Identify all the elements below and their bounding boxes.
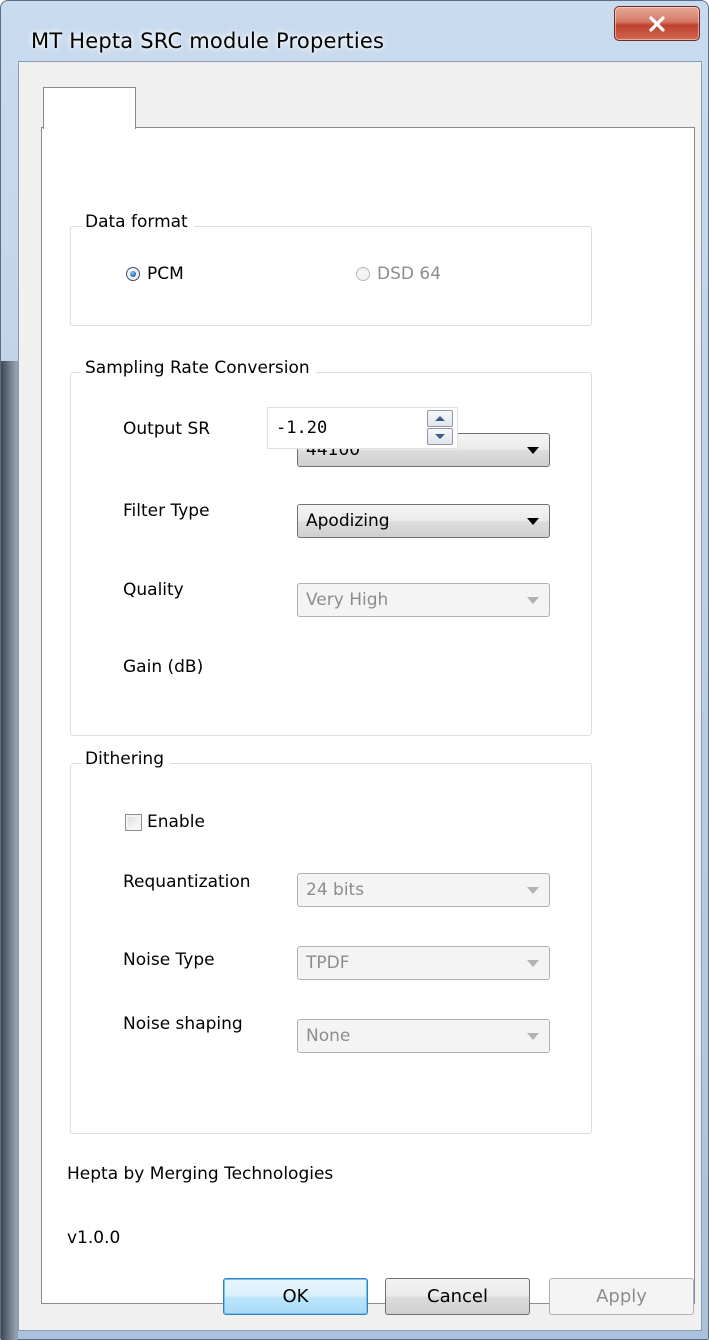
noise-shaping-label: Noise shaping [123,1014,243,1034]
quality-value: Very High [306,590,389,610]
pcm-radio-circle [126,267,140,281]
src-group-title: Sampling Rate Conversion [81,358,316,378]
enable-checkbox-box [125,813,142,831]
spin-down-icon [435,434,445,439]
output-sr-label: Output SR [123,419,211,439]
ok-button-label: OK [282,1286,309,1307]
noise-type-dropdown[interactable]: TPDF [297,946,550,980]
data-format-group-title: Data format [81,212,194,232]
filter-type-label: Filter Type [123,501,210,521]
version-text: v1.0.0 [67,1228,121,1248]
apply-button[interactable]: Apply [549,1278,694,1315]
apply-button-label: Apply [596,1286,647,1307]
chevron-down-icon [527,886,539,894]
dithering-group: Dithering Enable Requantization 24 bits … [70,749,592,1134]
noise-type-label: Noise Type [123,950,215,970]
requantization-value: 24 bits [306,880,365,900]
dithering-group-title: Dithering [81,749,170,769]
noise-shaping-dropdown[interactable]: None [297,1019,550,1053]
gain-spin-down-button[interactable] [427,428,453,445]
pcm-radio[interactable]: PCM [126,264,184,284]
chevron-down-icon [527,596,539,604]
dithering-enable-checkbox[interactable]: Enable [125,812,205,832]
filter-type-dropdown[interactable]: Apodizing [297,504,550,538]
window-frame-edge [1,361,18,1340]
tab-properties[interactable] [43,87,136,129]
gain-spin-up-button[interactable] [427,410,453,427]
chevron-down-icon [527,959,539,967]
data-format-group: Data format PCM DSD 64 [70,212,592,326]
close-button[interactable] [614,6,700,41]
dsd64-radio-label: DSD 64 [377,264,442,284]
noise-type-value: TPDF [306,953,350,973]
dsd64-radio[interactable]: DSD 64 [356,264,441,284]
filter-type-value: Apodizing [306,511,390,531]
credit-text: Hepta by Merging Technologies [67,1164,334,1184]
dialog-window: MT Hepta SRC module Properties Data form… [0,0,709,1340]
chevron-down-icon [527,1032,539,1040]
spin-up-icon [435,416,445,421]
chevron-down-icon [527,446,539,454]
noise-shaping-value: None [306,1026,351,1046]
quality-dropdown[interactable]: Very High [297,583,550,617]
dsd64-radio-circle [356,267,370,281]
requantization-label: Requantization [123,872,251,892]
requantization-dropdown[interactable]: 24 bits [297,873,550,907]
pcm-radio-label: PCM [147,264,184,284]
window-title: MT Hepta SRC module Properties [31,29,385,53]
enable-checkbox-label: Enable [147,812,205,832]
chevron-down-icon [527,517,539,525]
ok-button[interactable]: OK [223,1278,368,1315]
close-icon [649,15,665,32]
cancel-button[interactable]: Cancel [385,1278,530,1315]
tab-panel: Data format PCM DSD 64 Sampling Rate Con… [41,127,695,1304]
cancel-button-label: Cancel [427,1286,488,1307]
gain-label: Gain (dB) [123,657,204,677]
dialog-client-area: Data format PCM DSD 64 Sampling Rate Con… [18,61,702,1331]
quality-label: Quality [123,580,184,600]
